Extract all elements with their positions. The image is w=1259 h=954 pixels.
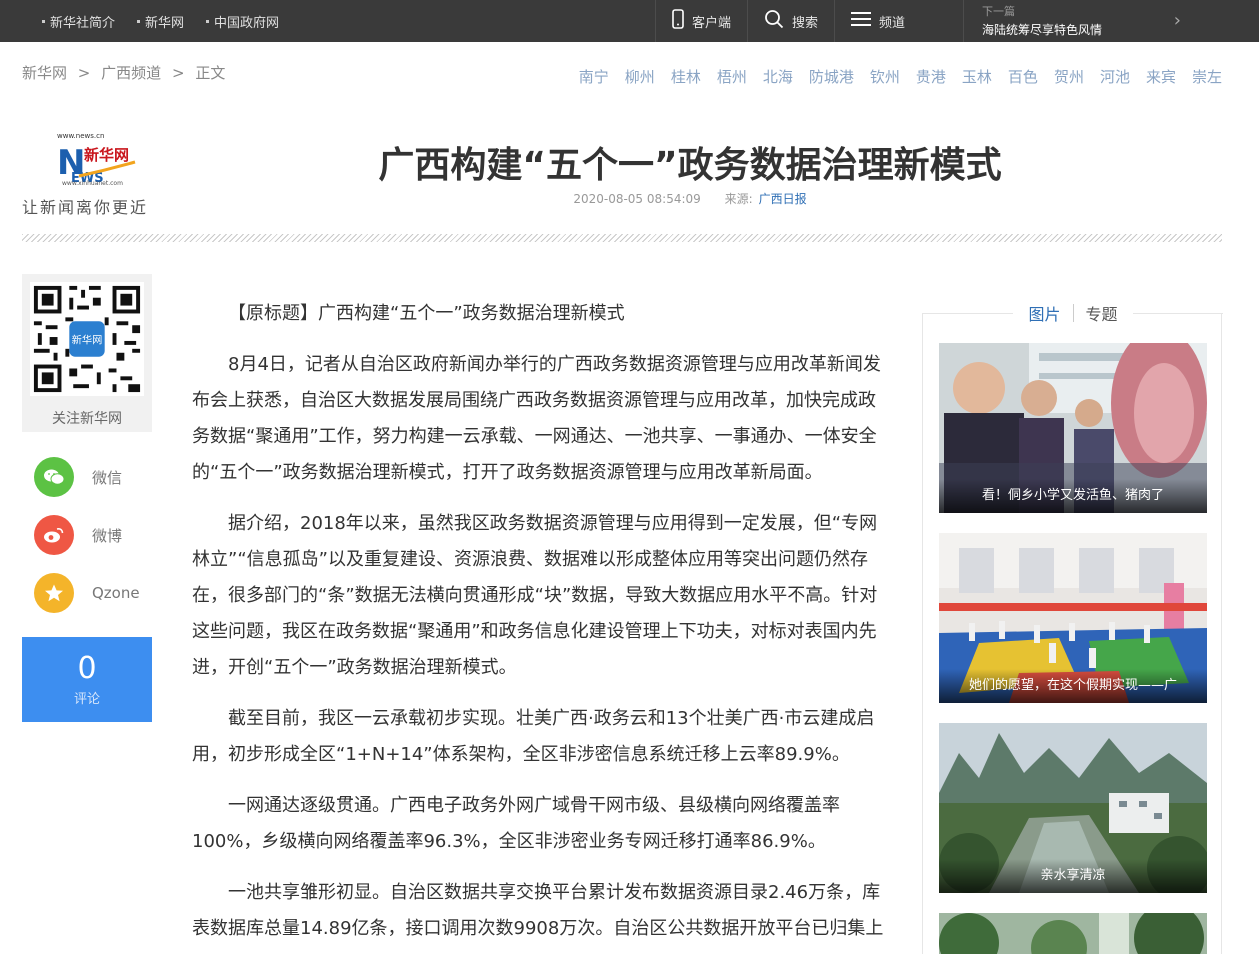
next-title: 海陆统筹尽享特色风情: [982, 23, 1103, 37]
search-button[interactable]: 搜索: [747, 0, 834, 42]
search-icon: [764, 9, 784, 33]
breadcrumb-channel[interactable]: 广西频道: [101, 64, 161, 82]
city-link[interactable]: 北海: [763, 66, 793, 87]
top-link-gov[interactable]: 中国政府网: [206, 12, 279, 31]
city-link[interactable]: 防城港: [809, 66, 854, 87]
top-link-label: 新华社简介: [50, 15, 116, 31]
city-link[interactable]: 钦州: [870, 66, 900, 87]
city-link[interactable]: 梧州: [717, 66, 747, 87]
share-weibo[interactable]: 微博: [34, 515, 122, 555]
article-paragraph: 8月4日，记者从自治区政府新闻办举行的广西政务数据资源管理与应用改革新闻发布会上…: [192, 354, 881, 483]
breadcrumb-separator: >: [77, 64, 91, 82]
city-link[interactable]: 南宁: [579, 66, 609, 87]
share-qzone[interactable]: Qzone: [34, 573, 140, 613]
article-paragraph: 一池共享雏形初显。自治区数据共享交换平台累计发布数据资源目录2.46万条，库表数…: [192, 882, 884, 939]
city-link[interactable]: 来宾: [1146, 66, 1176, 87]
picture-caption: 她们的愿望，在这个假期实现——广: [939, 669, 1207, 703]
logo-slogan: 让新闻离你更近: [22, 198, 149, 217]
top-bar: 新华社简介 新华网 中国政府网 客户端 搜索 频道 下一篇 海陆统筹尽享特色风情…: [0, 0, 1259, 42]
share-wechat-label: 微信: [92, 468, 123, 487]
tab-topics[interactable]: 专题: [1073, 301, 1130, 325]
mobile-icon: [672, 9, 684, 33]
city-link[interactable]: 百色: [1008, 66, 1038, 87]
qr-code-box: 新华网 关注新华网: [22, 274, 152, 432]
picture-forest-image: [939, 913, 1207, 954]
logo-domain: www.news.cn: [57, 132, 105, 140]
source-link[interactable]: 广西日报: [759, 192, 807, 206]
city-link[interactable]: 崇左: [1192, 66, 1222, 87]
top-link-label: 中国政府网: [214, 15, 280, 31]
top-tools: 客户端 搜索 频道: [655, 0, 921, 42]
share-wechat[interactable]: 微信: [34, 457, 122, 497]
city-link[interactable]: 柳州: [625, 66, 655, 87]
logo-brand: 新华网: [84, 146, 130, 164]
next-label: 下一篇: [982, 5, 1015, 18]
publish-time: 2020-08-05 08:54:09: [573, 192, 701, 206]
chevron-right-icon[interactable]: ›: [1174, 10, 1181, 31]
picture-card[interactable]: 看！侗乡小学又发活鱼、猪肉了: [939, 343, 1207, 513]
comment-button[interactable]: 0 评论: [22, 637, 152, 722]
sidebar-panel: 图片 专题 看！侗乡小学又发活鱼、猪肉了 她们的愿望，在这个假期实现——广 亲水…: [922, 301, 1223, 954]
picture-card[interactable]: 亲水享清凉: [939, 723, 1207, 893]
city-link[interactable]: 桂林: [671, 66, 701, 87]
article-meta: 2020-08-05 08:54:09 来源: 广西日报: [240, 190, 1140, 207]
next-article-link[interactable]: 下一篇 海陆统筹尽享特色风情 ›: [963, 0, 1259, 42]
source-label: 来源:: [724, 192, 753, 206]
city-link[interactable]: 河池: [1100, 66, 1130, 87]
picture-card[interactable]: [939, 913, 1207, 954]
article-paragraph: 一网通达逐级贯通。广西电子政务外网广域骨干网市级、县级横向网络覆盖率100%，乡…: [192, 795, 840, 852]
menu-icon: [851, 11, 872, 31]
top-link-label: 新华网: [145, 15, 185, 31]
header-divider: [22, 234, 1222, 242]
logo-sub: www.xinhuanet.com: [62, 180, 123, 187]
share-weibo-label: 微博: [92, 526, 123, 545]
picture-caption: 亲水享清凉: [939, 859, 1207, 893]
breadcrumb: 新华网 > 广西频道 > 正文: [22, 62, 231, 83]
breadcrumb-home[interactable]: 新华网: [22, 64, 67, 82]
tab-pictures[interactable]: 图片: [1016, 301, 1073, 325]
share-qzone-label: Qzone: [92, 584, 140, 602]
client-label: 客户端: [692, 15, 732, 31]
article-body: 【原标题】广西构建“五个一”政务数据治理新模式 8月4日，记者从自治区政府新闻办…: [192, 296, 884, 954]
wechat-icon: [34, 457, 74, 497]
article-title: 广西构建“五个一”政务数据治理新模式: [378, 145, 1002, 186]
city-link[interactable]: 玉林: [962, 66, 992, 87]
picture-card[interactable]: 她们的愿望，在这个假期实现——广: [939, 533, 1207, 703]
qr-brand-text: 新华网: [72, 333, 103, 346]
top-link-xinhuanet[interactable]: 新华网: [137, 12, 184, 31]
comment-label: 评论: [73, 692, 100, 707]
article-paragraph: 截至目前，我区一云承载初步实现。壮美广西·政务云和13个壮美广西·市云建成启用，…: [192, 708, 875, 765]
channel-label: 频道: [879, 15, 906, 31]
sidebar-tabs: 图片 专题: [923, 301, 1223, 325]
breadcrumb-separator: >: [171, 64, 185, 82]
weibo-icon: [34, 515, 74, 555]
top-links: 新华社简介 新华网 中国政府网: [42, 0, 301, 42]
channel-button[interactable]: 频道: [834, 0, 921, 42]
qr-code-icon: 新华网: [30, 282, 144, 396]
qzone-icon: [34, 573, 74, 613]
breadcrumb-current: 正文: [195, 64, 226, 82]
xinhuanet-logo[interactable]: www.news.cn N EWS 新华网 www.xinhuanet.com …: [22, 130, 157, 220]
city-link[interactable]: 贺州: [1054, 66, 1084, 87]
search-label: 搜索: [792, 15, 819, 31]
top-link-xinhua-intro[interactable]: 新华社简介: [42, 12, 115, 31]
article-paragraph: 【原标题】广西构建“五个一”政务数据治理新模式: [228, 303, 625, 324]
comment-count: 0: [77, 651, 97, 686]
city-link[interactable]: 贵港: [916, 66, 946, 87]
article-paragraph: 据介绍，2018年以来，虽然我区政务数据资源管理与应用得到一定发展，但“专网林立…: [192, 513, 878, 678]
city-nav: 南宁 柳州 桂林 梧州 北海 防城港 钦州 贵港 玉林 百色 贺州 河池 来宾 …: [563, 66, 1222, 87]
picture-caption: 看！侗乡小学又发活鱼、猪肉了: [939, 479, 1207, 513]
client-button[interactable]: 客户端: [655, 0, 747, 42]
qr-label: 关注新华网: [52, 411, 122, 427]
